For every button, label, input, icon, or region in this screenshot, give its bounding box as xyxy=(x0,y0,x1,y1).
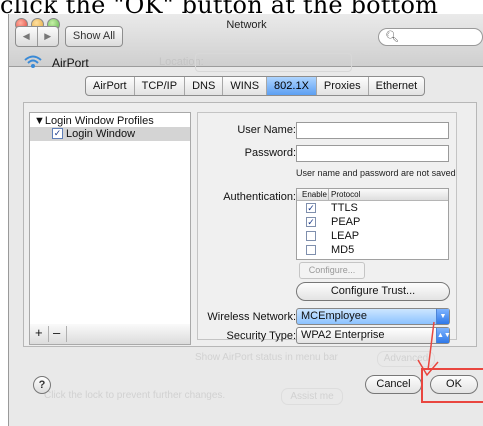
back-forward-control: ◀ ▶ xyxy=(15,26,59,47)
tab-tcpip[interactable]: TCP/IP xyxy=(135,77,186,95)
configure-button[interactable]: Configure... xyxy=(299,262,365,279)
search-icon: 🔍︎ xyxy=(385,31,399,43)
protocol-enable-checkbox[interactable] xyxy=(306,231,316,241)
back-button[interactable]: ◀ xyxy=(16,27,38,46)
show-all-button[interactable]: Show All xyxy=(65,26,123,47)
profile-item-login-window[interactable]: ✓ Login Window xyxy=(30,127,190,141)
wireless-network-label: Wireless Network: xyxy=(207,311,296,323)
table-row[interactable]: MD5 xyxy=(297,243,448,257)
protocol-name: MD5 xyxy=(331,244,355,256)
column-separator xyxy=(328,189,329,200)
search-field[interactable]: 🔍︎ xyxy=(378,28,483,46)
credentials-note: User name and password are not saved xyxy=(296,168,456,178)
network-preferences-window: Network ◀ ▶ Show All 🔍︎ AirPort Location… xyxy=(8,14,483,426)
tab-ethernet[interactable]: Ethernet xyxy=(369,77,425,95)
forward-button[interactable]: ▶ xyxy=(38,27,59,46)
protocol-name: TTLS xyxy=(331,202,358,214)
tab-8021x[interactable]: 802.1X xyxy=(267,77,317,95)
profile-item-label: Login Window xyxy=(66,128,136,140)
add-profile-button[interactable]: + xyxy=(35,325,43,340)
configure-trust-button[interactable]: Configure Trust... xyxy=(296,282,450,301)
tab-airport[interactable]: AirPort xyxy=(86,77,135,95)
column-header-enable: Enable xyxy=(302,190,327,199)
authentication-label: Authentication: xyxy=(223,191,296,203)
arrow-pointer-icon xyxy=(417,321,439,377)
authentication-protocols-table: Enable Protocol ✓ TTLS ✓ PEAP LEAP MD5 xyxy=(296,188,449,260)
protocol-enable-checkbox[interactable]: ✓ xyxy=(306,217,316,227)
help-button[interactable]: ? xyxy=(33,376,51,394)
location-popup-faded xyxy=(195,53,352,72)
protocol-name: LEAP xyxy=(331,230,360,242)
column-header-protocol: Protocol xyxy=(331,190,361,199)
user-name-field[interactable] xyxy=(296,122,449,139)
tab-dns[interactable]: DNS xyxy=(185,77,224,95)
tab-wins[interactable]: WINS xyxy=(223,77,268,95)
profiles-group-header[interactable]: ▼Login Window Profiles xyxy=(34,115,154,127)
password-field[interactable] xyxy=(296,145,449,162)
profiles-list: ▼Login Window Profiles ✓ Login Window xyxy=(29,112,191,326)
table-row[interactable]: ✓ TTLS xyxy=(297,201,448,215)
remove-profile-button[interactable]: – xyxy=(53,325,60,340)
profiles-list-toolbar: + – xyxy=(29,324,191,345)
table-row[interactable]: LEAP xyxy=(297,229,448,243)
table-header: Enable Protocol xyxy=(297,189,448,201)
profile-enabled-checkbox[interactable]: ✓ xyxy=(52,128,63,139)
show-status-checkbox-faded: Show AirPort status in menu bar xyxy=(195,352,338,363)
wifi-icon xyxy=(24,55,42,68)
table-row[interactable]: ✓ PEAP xyxy=(297,215,448,229)
password-label: Password: xyxy=(244,147,296,159)
interface-name: AirPort xyxy=(52,56,89,70)
tab-bar: AirPort TCP/IP DNS WINS 802.1X Proxies E… xyxy=(85,76,426,96)
security-type-label: Security Type: xyxy=(226,330,297,342)
separator xyxy=(66,326,67,342)
tab-proxies[interactable]: Proxies xyxy=(317,77,369,95)
wireless-network-value: MCEmployee xyxy=(301,310,368,322)
protocol-enable-checkbox[interactable]: ✓ xyxy=(306,203,316,213)
security-type-value: WPA2 Enterprise xyxy=(301,329,385,341)
assist-me-button-faded: Assist me xyxy=(281,388,343,405)
separator xyxy=(48,326,49,342)
protocol-name: PEAP xyxy=(331,216,361,228)
lock-message-faded: Click the lock to prevent further change… xyxy=(44,390,226,401)
protocol-enable-checkbox[interactable] xyxy=(306,245,316,255)
user-name-label: User Name: xyxy=(237,124,296,136)
